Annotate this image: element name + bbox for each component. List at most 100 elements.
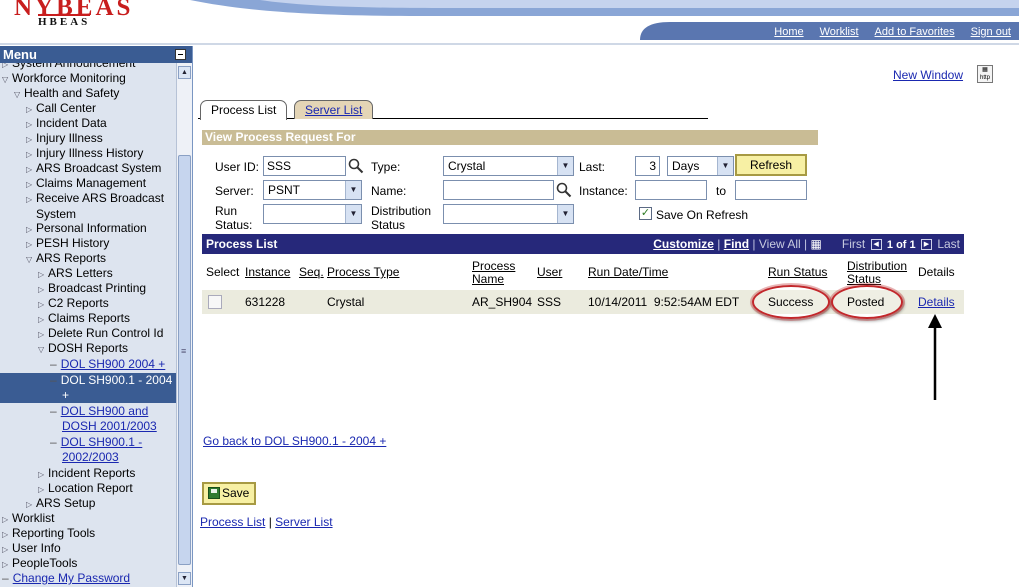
worklist-link[interactable]: Worklist — [820, 26, 859, 40]
chevron-down-icon[interactable]: ▼ — [345, 205, 361, 223]
menu-item-user-info[interactable]: ▷ User Info — [0, 541, 176, 557]
triangle-down-icon[interactable]: ▽ — [26, 252, 36, 267]
chevron-down-icon[interactable]: ▼ — [557, 205, 573, 223]
footer-process-list-link[interactable]: Process List — [200, 515, 265, 529]
triangle-right-icon[interactable]: ▷ — [26, 497, 36, 512]
menu-item-injury-illness[interactable]: ▷ Injury Illness — [0, 131, 176, 147]
tab-process-list[interactable]: Process List — [200, 100, 288, 120]
menu-item-c2-reports[interactable]: ▷ C2 Reports — [0, 296, 176, 312]
menu-item-receive-ars-broadcast[interactable]: ▷ Receive ARS Broadcast System — [0, 191, 176, 221]
triangle-right-icon[interactable]: ▷ — [38, 297, 48, 312]
col-seq[interactable]: Seq. — [299, 266, 324, 279]
col-process-type[interactable]: Process Type — [327, 266, 399, 279]
scroll-down-icon[interactable]: ▼ — [178, 572, 191, 585]
instance-to-field[interactable] — [735, 180, 807, 200]
footer-server-list-link[interactable]: Server List — [275, 515, 332, 529]
menu-item-change-my-password[interactable]: – Change My Password — [0, 571, 176, 586]
triangle-right-icon[interactable]: ▷ — [38, 482, 48, 497]
col-run-datetime[interactable]: Run Date/Time — [588, 266, 668, 279]
http-icon[interactable]: ▦ http — [977, 65, 993, 83]
collapse-menu-icon[interactable] — [175, 49, 186, 60]
new-window-link[interactable]: New Window — [893, 68, 963, 82]
sign-out-link[interactable]: Sign out — [971, 26, 1011, 40]
triangle-right-icon[interactable]: ▷ — [26, 237, 36, 252]
run-status-select[interactable]: ▼ — [263, 204, 362, 224]
triangle-down-icon[interactable]: ▽ — [2, 72, 12, 87]
menu-item-broadcast-printing[interactable]: ▷ Broadcast Printing — [0, 281, 176, 297]
triangle-down-icon[interactable]: ▽ — [38, 342, 48, 357]
menu-item-reporting-tools[interactable]: ▷ Reporting Tools — [0, 526, 176, 542]
menu-item-call-center[interactable]: ▷ Call Center — [0, 101, 176, 117]
type-select[interactable]: Crystal ▼ — [443, 156, 574, 176]
last-field[interactable]: 3 — [635, 156, 660, 176]
menu-item-peopletools[interactable]: ▷ PeopleTools — [0, 556, 176, 572]
menu-item-ars-broadcast-system[interactable]: ▷ ARS Broadcast System — [0, 161, 176, 177]
triangle-right-icon[interactable]: ▷ — [38, 267, 48, 282]
view-all-link[interactable]: View All — [759, 237, 801, 251]
menu-item-dol-sh900-1[interactable]: – DOL SH900.1 -2002/2003 — [0, 435, 176, 465]
triangle-right-icon[interactable]: ▷ — [26, 192, 36, 207]
dash-icon[interactable]: – — [50, 373, 57, 387]
user-id-field[interactable]: SSS — [263, 156, 346, 176]
tab-server-list[interactable]: Server List — [294, 100, 374, 119]
triangle-right-icon[interactable]: ▷ — [2, 542, 12, 557]
menu-item-dol-sh900-1-2004[interactable]: – DOL SH900.1 - 2004 + — [0, 373, 176, 403]
triangle-right-icon[interactable]: ▷ — [2, 512, 12, 527]
triangle-right-icon[interactable]: ▷ — [38, 312, 48, 327]
col-distribution-status[interactable]: Distribution Status — [847, 260, 907, 286]
server-select[interactable]: PSNT ▼ — [263, 180, 362, 200]
menu-item-ars-reports[interactable]: ▽ ARS Reports — [0, 251, 176, 267]
menu-item-ars-letters[interactable]: ▷ ARS Letters — [0, 266, 176, 282]
col-instance[interactable]: Instance — [245, 266, 290, 279]
triangle-right-icon[interactable]: ▷ — [26, 222, 36, 237]
dash-icon[interactable]: – — [50, 435, 57, 449]
details-link[interactable]: Details — [918, 295, 955, 309]
col-run-status[interactable]: Run Status — [768, 266, 827, 279]
menu-item-pesh-history[interactable]: ▷ PESH History — [0, 236, 176, 252]
triangle-right-icon[interactable]: ▷ — [2, 527, 12, 542]
find-link[interactable]: Find — [724, 237, 749, 251]
scroll-up-icon[interactable]: ▲ — [178, 66, 191, 79]
save-button[interactable]: Save — [202, 482, 256, 505]
triangle-right-icon[interactable]: ▷ — [26, 177, 36, 192]
menu-item-dosh-reports[interactable]: ▽ DOSH Reports — [0, 341, 176, 357]
chevron-down-icon[interactable]: ▼ — [557, 157, 573, 175]
menu-item-dol-sh900-2004[interactable]: – DOL SH900 2004 + — [0, 357, 176, 372]
menu-item-ars-setup[interactable]: ▷ ARS Setup — [0, 496, 176, 512]
menu-item-workforce-monitoring[interactable]: ▽ Workforce Monitoring — [0, 71, 176, 87]
menu-item-incident-data[interactable]: ▷ Incident Data — [0, 116, 176, 132]
triangle-right-icon[interactable]: ▷ — [26, 102, 36, 117]
go-back-link[interactable]: Go back to DOL SH900.1 - 2004 + — [203, 434, 386, 448]
instance-from-field[interactable] — [635, 180, 707, 200]
name-lookup-icon[interactable] — [556, 182, 572, 198]
triangle-right-icon[interactable]: ▷ — [38, 467, 48, 482]
scroll-thumb[interactable] — [178, 155, 191, 565]
triangle-right-icon[interactable]: ▷ — [26, 132, 36, 147]
col-user[interactable]: User — [537, 266, 562, 279]
menu-item-claims-reports[interactable]: ▷ Claims Reports — [0, 311, 176, 327]
triangle-down-icon[interactable]: ▽ — [14, 87, 24, 102]
dash-icon[interactable]: – — [50, 404, 57, 418]
menu-item-personal-information[interactable]: ▷ Personal Information — [0, 221, 176, 237]
triangle-right-icon[interactable]: ▷ — [2, 557, 12, 572]
name-field[interactable] — [443, 180, 554, 200]
save-on-refresh-checkbox[interactable]: ✓ — [639, 207, 652, 220]
triangle-right-icon[interactable]: ▷ — [26, 162, 36, 177]
menu-scrollbar[interactable]: ▲ ▼ — [177, 63, 192, 587]
refresh-button[interactable]: Refresh — [735, 154, 807, 176]
menu-item-claims-management[interactable]: ▷ Claims Management — [0, 176, 176, 192]
triangle-right-icon[interactable]: ▷ — [38, 327, 48, 342]
triangle-right-icon[interactable]: ▷ — [26, 147, 36, 162]
menu-item-location-report[interactable]: ▷ Location Report — [0, 481, 176, 497]
menu-item-incident-reports[interactable]: ▷ Incident Reports — [0, 466, 176, 482]
dash-icon[interactable]: – — [2, 571, 9, 585]
chevron-down-icon[interactable]: ▼ — [717, 157, 733, 175]
menu-item-delete-run-control-id[interactable]: ▷ Delete Run Control Id — [0, 326, 176, 342]
last-unit-select[interactable]: Days ▼ — [667, 156, 734, 176]
previous-icon[interactable]: ◀ — [870, 239, 882, 251]
triangle-right-icon[interactable]: ▷ — [26, 117, 36, 132]
next-icon[interactable]: ▶ — [920, 239, 932, 251]
menu-item-health-and-safety[interactable]: ▽ Health and Safety — [0, 86, 176, 102]
triangle-right-icon[interactable]: ▷ — [38, 282, 48, 297]
spreadsheet-icon[interactable]: ▦ — [811, 237, 822, 251]
